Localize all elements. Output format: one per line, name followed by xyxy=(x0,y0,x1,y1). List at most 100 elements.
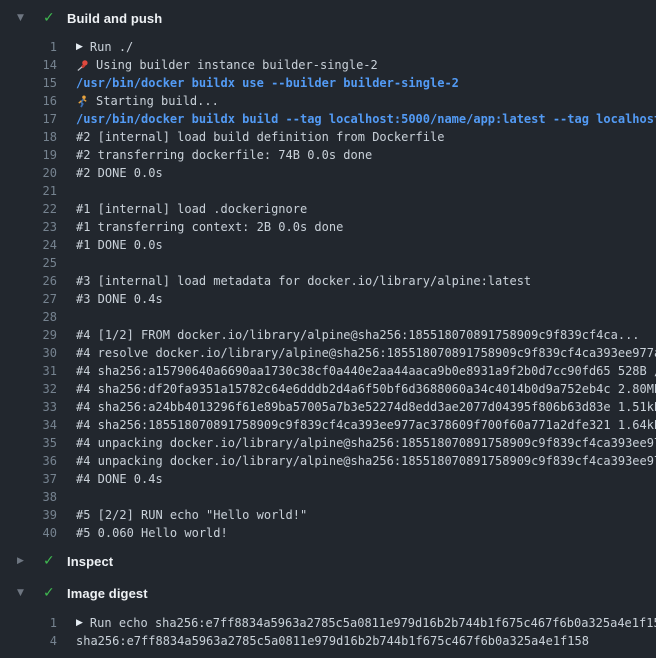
log-text: ▶Run echo sha256:e7ff8834a5963a2785c5a08… xyxy=(76,614,656,632)
log-text: #4 unpacking docker.io/library/alpine@sh… xyxy=(76,452,656,470)
log-text: #4 sha256:a15790640a6690aa1730c38cf0a440… xyxy=(76,362,656,380)
log-line: 32 #4 sha256:df20fa9351a15782c64e6dddb2d4… xyxy=(0,380,656,398)
log-line: 37#4 DONE 0.4s xyxy=(0,470,656,488)
log-line: 26 #3 [internal] load metadata for docker… xyxy=(0,272,656,290)
log-line: 27 #3 DONE 0.4s xyxy=(0,290,656,308)
run-group-toggle-icon[interactable]: ▶ xyxy=(76,38,83,56)
chevron-down-icon: ▼ xyxy=(17,588,29,598)
log-line: 14 Using builder instance builder-single-… xyxy=(0,56,656,74)
log-line: 30 #4 resolve docker.io/library/alpine@sh… xyxy=(0,344,656,362)
line-number[interactable]: 31 xyxy=(0,362,57,380)
log-text: #1 [internal] load .dockerignore xyxy=(76,200,307,218)
log-command-text: /usr/bin/docker buildx build --tag local… xyxy=(76,110,656,128)
line-number[interactable]: 18 xyxy=(0,128,57,146)
log-text: #4 resolve docker.io/library/alpine@sha2… xyxy=(76,344,656,362)
chevron-down-icon: ▼ xyxy=(17,13,29,23)
line-number[interactable]: 40 xyxy=(0,524,57,542)
line-number[interactable]: 19 xyxy=(0,146,57,164)
line-number[interactable]: 4 xyxy=(0,632,57,650)
log-text: ▶Run ./ xyxy=(76,38,133,56)
line-number[interactable]: 15 xyxy=(0,74,57,92)
section-header-build-and-push[interactable]: ▼ ✓ Build and push xyxy=(0,5,656,31)
section-lines-image-digest: 1 ▶Run echo sha256:e7ff8834a5963a2785c5a0… xyxy=(0,614,656,650)
line-number[interactable]: 1 xyxy=(0,38,57,56)
log-line: 22 #1 [internal] load .dockerignore xyxy=(0,200,656,218)
log-line: 36 #4 unpacking docker.io/library/alpine@… xyxy=(0,452,656,470)
log-line: 29 #4 [1/2] FROM docker.io/library/alpine… xyxy=(0,326,656,344)
section-header-inspect[interactable]: ▶ ✓ Inspect xyxy=(0,548,656,574)
log-text: sha256:e7ff8834a5963a2785c5a0811e979d16b… xyxy=(76,632,589,650)
line-number[interactable]: 1 xyxy=(0,614,57,632)
log-line: 17/usr/bin/docker buildx build --tag loc… xyxy=(0,110,656,128)
line-number[interactable]: 23 xyxy=(0,218,57,236)
line-number[interactable]: 27 xyxy=(0,290,57,308)
log-text: #1 DONE 0.0s xyxy=(76,236,163,254)
log-line: 25 xyxy=(0,254,656,272)
runner-icon xyxy=(76,95,89,108)
line-number[interactable]: 26 xyxy=(0,272,57,290)
log-line: 19 #2 transferring dockerfile: 74B 0.0s d… xyxy=(0,146,656,164)
log-line: 35 #4 unpacking docker.io/library/alpine@… xyxy=(0,434,656,452)
line-number[interactable]: 29 xyxy=(0,326,57,344)
log-line: 15/usr/bin/docker buildx use --builder b… xyxy=(0,74,656,92)
log-command-text: /usr/bin/docker buildx use --builder bui… xyxy=(76,74,459,92)
log-line: 20 #2 DONE 0.0s xyxy=(0,164,656,182)
line-number[interactable]: 25 xyxy=(0,254,57,272)
log-line: 24 #1 DONE 0.0s xyxy=(0,236,656,254)
line-number[interactable]: 35 xyxy=(0,434,57,452)
log-text: #3 [internal] load metadata for docker.i… xyxy=(76,272,531,290)
run-group-toggle-icon[interactable]: ▶ xyxy=(76,614,83,632)
line-number[interactable]: 22 xyxy=(0,200,57,218)
line-number[interactable]: 39 xyxy=(0,506,57,524)
log-line: 16 Starting build... xyxy=(0,92,656,110)
log-text: #1 transferring context: 2B 0.0s done xyxy=(76,218,343,236)
log-text: #5 [2/2] RUN echo "Hello world!" xyxy=(76,506,307,524)
line-number[interactable]: 28 xyxy=(0,308,57,326)
log-line: 1 ▶Run echo sha256:e7ff8834a5963a2785c5a0… xyxy=(0,614,656,632)
log-text: Using builder instance builder-single-2 xyxy=(76,56,378,74)
log-text: #5 0.060 Hello world! xyxy=(76,524,228,542)
log-line: 39 #5 [2/2] RUN echo "Hello world!" xyxy=(0,506,656,524)
chevron-right-icon: ▶ xyxy=(17,556,29,566)
line-number[interactable]: 33 xyxy=(0,398,57,416)
line-number[interactable]: 20 xyxy=(0,164,57,182)
log-line: 28 xyxy=(0,308,656,326)
log-text: #3 DONE 0.4s xyxy=(76,290,163,308)
log-text: #4 [1/2] FROM docker.io/library/alpine@s… xyxy=(76,326,640,344)
section-header-image-digest[interactable]: ▼ ✓ Image digest xyxy=(0,580,656,606)
section-lines-build-and-push: 1 ▶Run ./ 14 Using builder instance builder… xyxy=(0,38,656,542)
line-number[interactable]: 21 xyxy=(0,182,57,200)
pushpin-icon xyxy=(76,59,89,72)
line-number[interactable]: 30 xyxy=(0,344,57,362)
line-number[interactable]: 34 xyxy=(0,416,57,434)
log-line: 18 #2 [internal] load build definition fr… xyxy=(0,128,656,146)
log-text: #4 unpacking docker.io/library/alpine@sh… xyxy=(76,434,656,452)
line-number[interactable]: 38 xyxy=(0,488,57,506)
check-success-icon: ✓ xyxy=(43,553,57,569)
section-title-inspect: Inspect xyxy=(67,554,113,569)
line-number[interactable]: 16 xyxy=(0,92,57,110)
log-line: 38 xyxy=(0,488,656,506)
log-line: 23 #1 transferring context: 2B 0.0s done xyxy=(0,218,656,236)
section-title-build-and-push: Build and push xyxy=(67,11,162,26)
check-success-icon: ✓ xyxy=(43,10,57,26)
log-text: #2 transferring dockerfile: 74B 0.0s don… xyxy=(76,146,372,164)
line-number[interactable]: 32 xyxy=(0,380,57,398)
line-number[interactable]: 24 xyxy=(0,236,57,254)
log-line: 40 #5 0.060 Hello world! xyxy=(0,524,656,542)
line-number[interactable]: 14 xyxy=(0,56,57,74)
log-text: Starting build... xyxy=(76,92,219,110)
check-success-icon: ✓ xyxy=(43,585,57,601)
log-line: 34 #4 sha256:185518070891758909c9f839cf4c… xyxy=(0,416,656,434)
log-text: #4 sha256:df20fa9351a15782c64e6dddb2d4a6… xyxy=(76,380,656,398)
log-line: 1 ▶Run ./ xyxy=(0,38,656,56)
log-text: #2 [internal] load build definition from… xyxy=(76,128,444,146)
log-text: #4 sha256:185518070891758909c9f839cf4ca3… xyxy=(76,416,656,434)
line-number[interactable]: 17 xyxy=(0,110,57,128)
log-line: 4 sha256:e7ff8834a5963a2785c5a0811e979d16… xyxy=(0,632,656,650)
log-text: #2 DONE 0.0s xyxy=(76,164,163,182)
line-number[interactable]: 37 xyxy=(0,470,57,488)
section-title-image-digest: Image digest xyxy=(67,586,148,601)
log-line: 21 xyxy=(0,182,656,200)
line-number[interactable]: 36 xyxy=(0,452,57,470)
